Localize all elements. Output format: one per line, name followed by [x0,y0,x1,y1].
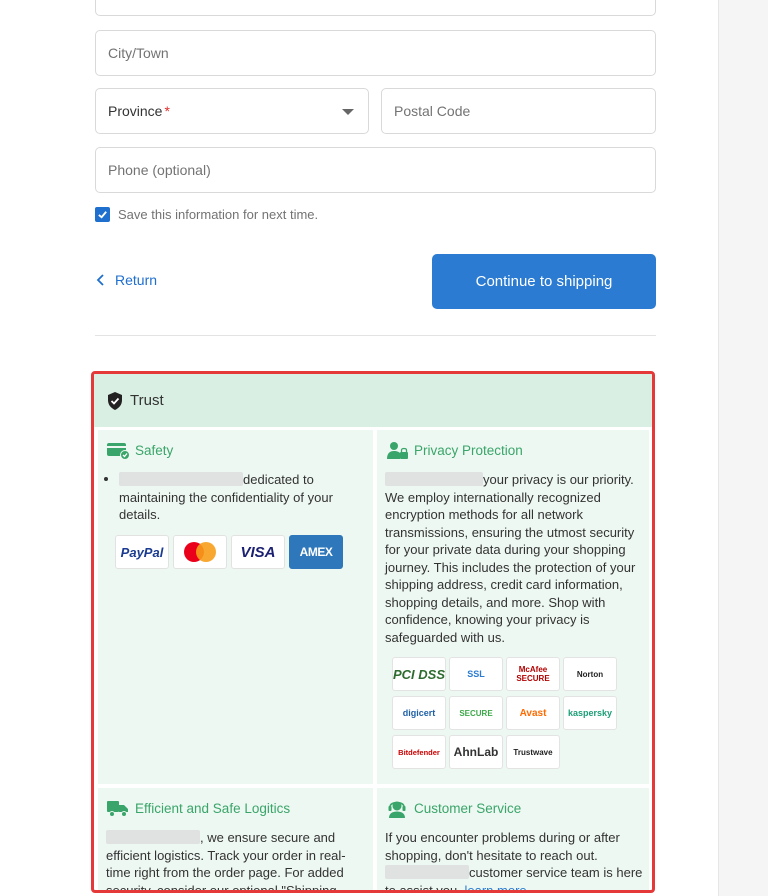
service-title-row: Customer Service [385,798,521,818]
required-mark: * [164,103,170,119]
kaspersky-badge: kaspersky [563,696,617,730]
norton-badge: Norton [563,657,617,691]
secure-badge: SECURE [449,696,503,730]
return-link[interactable]: Return [96,272,157,288]
privacy-card: Privacy Protection your privacy is our p… [377,430,649,784]
phone-placeholder: Phone (optional) [108,162,211,178]
ssl-badge: SSL [449,657,503,691]
trust-section: Trust Safety dedicated to maintaining th… [91,371,655,893]
chevron-down-icon [342,109,354,115]
divider [95,335,656,336]
postal-code-input[interactable]: Postal Code [381,88,656,134]
city-placeholder: City/Town [108,45,169,61]
service-title: Customer Service [414,800,522,816]
service-description: If you encounter problems during or afte… [385,829,647,891]
continue-to-shipping-button[interactable]: Continue to shipping [432,254,656,309]
avast-badge: Avast [506,696,560,730]
phone-input[interactable]: Phone (optional) [95,147,656,193]
user-lock-icon [387,442,408,459]
amex-logo: AMEX [289,535,343,569]
trust-header: Trust [94,374,652,427]
logistics-title-row: Efficient and Safe Logitics [106,798,290,818]
save-info-checkbox[interactable] [95,207,110,222]
security-badges: PCI DSS SSL McAfee SECURE Norton digicer… [392,657,617,769]
return-label: Return [115,272,158,288]
safety-title-row: Safety [106,440,173,460]
logistics-description: , we ensure secure and efficient logisti… [106,830,346,893]
redacted-brand [106,830,200,844]
mcafee-badge: McAfee SECURE [506,657,560,691]
safety-title: Safety [135,442,174,458]
digicert-badge: digicert [392,696,446,730]
order-summary-panel [718,0,768,896]
address-line-field[interactable] [95,0,656,16]
privacy-title-row: Privacy Protection [385,440,523,460]
mastercard-logo [173,535,227,569]
privacy-description: your privacy is our priority. We employ … [385,472,636,645]
save-info-label: Save this information for next time. [118,207,319,222]
save-info-row[interactable]: Save this information for next time. [95,207,318,222]
safety-card: Safety dedicated to maintaining the conf… [98,430,373,784]
headset-icon [388,801,406,818]
redacted-brand [385,472,483,486]
trust-title: Trust [130,392,164,409]
delivery-truck-icon [107,801,128,817]
postal-placeholder: Postal Code [394,103,471,119]
ahnlab-badge: AhnLab [449,735,503,769]
logistics-title: Efficient and Safe Logitics [135,800,291,816]
learn-more-link[interactable]: learn more [465,883,527,891]
province-select[interactable]: Province * [95,88,369,134]
bitdefender-badge: Bitdefender [392,735,446,769]
checkmark-icon [98,211,107,219]
chevron-left-icon [96,274,104,286]
safety-description: dedicated to maintaining the confidentia… [119,472,333,522]
pci-dss-badge: PCI DSS [392,657,446,691]
redacted-brand [119,472,243,486]
redacted-brand [385,865,469,879]
privacy-title: Privacy Protection [414,442,523,458]
paypal-logo: PayPal [115,535,169,569]
city-input[interactable]: City/Town [95,30,656,76]
customer-service-card: Customer Service If you encounter proble… [377,788,649,891]
secure-payment-icon [107,443,130,460]
shield-check-icon [108,391,122,410]
logistics-card: Efficient and Safe Logitics , we ensure … [98,788,373,893]
visa-logo: VISA [231,535,285,569]
trustwave-badge: Trustwave [506,735,560,769]
payment-methods: PayPal VISA AMEX [115,535,343,569]
province-label: Province [108,103,163,119]
bullet [104,477,108,481]
